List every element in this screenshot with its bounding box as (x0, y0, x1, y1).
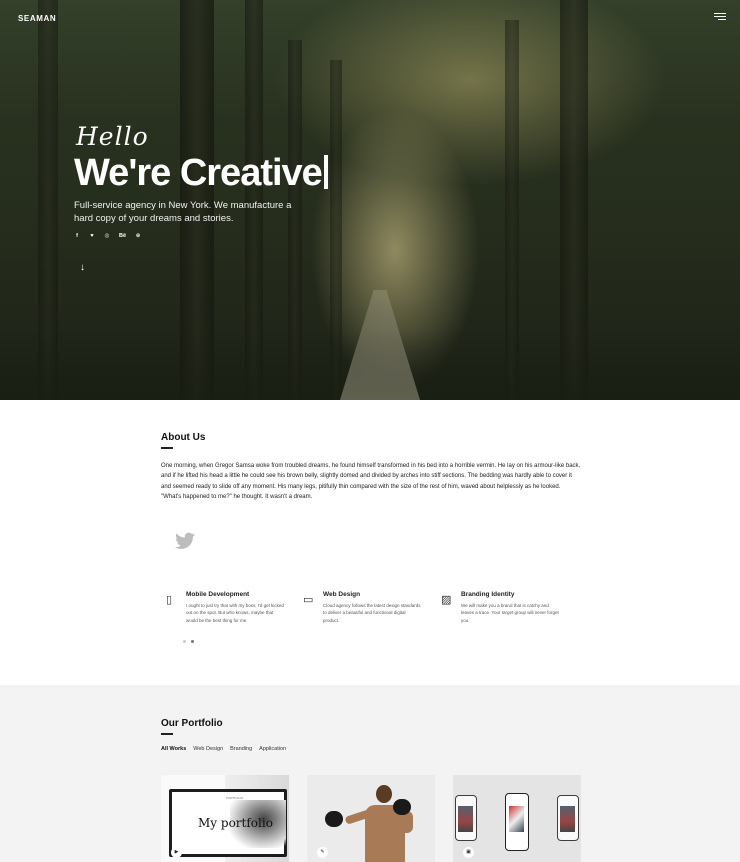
about-text: One morning, when Gregor Samsa woke from… (161, 463, 581, 500)
mobile-icon: ▯ (166, 594, 173, 606)
facebook-icon[interactable]: f (74, 233, 80, 239)
site-logo[interactable]: SEAMAN (18, 14, 56, 23)
mockup-title: My portfolio (198, 816, 273, 830)
hero-headline: We're Creative (74, 152, 328, 195)
monitor-icon: ▭ (303, 594, 314, 606)
services-list: ▯ Mobile Development I ought to just try… (166, 591, 586, 631)
image-icon[interactable]: ▣ (463, 847, 474, 858)
carousel-dot[interactable] (183, 640, 186, 643)
behance-icon[interactable]: Bē (119, 233, 126, 239)
tweet-block (175, 532, 425, 552)
arrow-down-icon[interactable]: ↓ (80, 262, 85, 273)
portfolio-card[interactable]: PORTFOLIO My portfolio ▶ (161, 775, 289, 862)
hero-greeting: Hello (76, 122, 149, 151)
hero-subtitle: Full-service agency in New York. We manu… (74, 200, 292, 224)
service-desc: We will make you a brand that is catchy … (461, 603, 559, 623)
hero-headline-text: We're Creative (74, 152, 323, 194)
portfolio-filters: All Works Web Design Branding Applicatio… (161, 746, 286, 752)
carousel-dot-active[interactable] (191, 640, 194, 643)
laptop-mockup: PORTFOLIO My portfolio (169, 789, 287, 857)
portfolio-card[interactable]: ▣ (453, 775, 581, 862)
title-underline (161, 447, 173, 449)
service-title: Web Design (323, 591, 361, 598)
dribbble-icon[interactable]: ⊛ (135, 233, 141, 239)
filter-application[interactable]: Application (259, 746, 286, 752)
portfolio-title: Our Portfolio (161, 718, 223, 729)
social-links: f ♥ ◎ Bē ⊛ (74, 233, 141, 239)
typing-caret (323, 155, 328, 189)
hero-section: SEAMAN Hello We're Creative Full-service… (0, 0, 740, 400)
boxer-image (321, 785, 421, 862)
phone-mockup (557, 795, 579, 841)
carousel-dots (183, 640, 194, 643)
mockup-small-label: PORTFOLIO (226, 796, 244, 800)
filter-branding[interactable]: Branding (230, 746, 252, 752)
phone-mockup (505, 793, 529, 851)
twitter-icon (175, 532, 195, 549)
title-underline (161, 733, 173, 735)
service-desc: I ought to just try that with my boss; I… (186, 603, 284, 623)
about-title: About Us (161, 432, 206, 443)
hamburger-icon[interactable] (714, 13, 726, 21)
portfolio-card[interactable]: ✎ (307, 775, 435, 862)
filter-web-design[interactable]: Web Design (193, 746, 223, 752)
twitter-icon[interactable]: ♥ (89, 233, 95, 239)
service-title: Branding Identity (461, 591, 515, 598)
service-desc: Cloud agency follows the latest design s… (323, 603, 421, 623)
phone-mockup (455, 795, 477, 841)
edit-icon[interactable]: ✎ (317, 847, 328, 858)
instagram-icon[interactable]: ◎ (104, 233, 110, 239)
play-icon[interactable]: ▶ (171, 847, 182, 858)
image-icon: ▨ (441, 594, 452, 606)
service-title: Mobile Development (186, 591, 250, 598)
filter-all-works[interactable]: All Works (161, 746, 186, 752)
